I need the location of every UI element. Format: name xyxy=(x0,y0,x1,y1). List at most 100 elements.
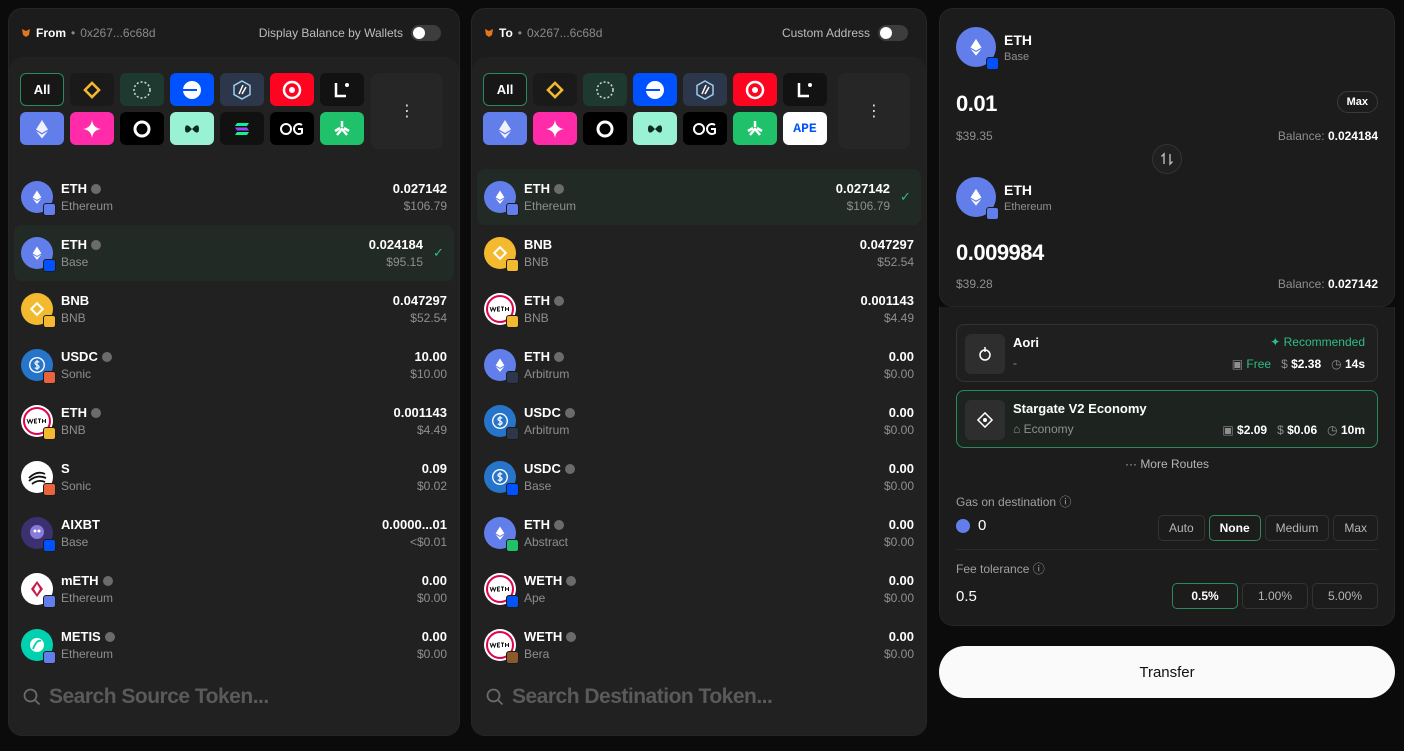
from-header: From • 0x267...6c68d Display Balance by … xyxy=(9,9,459,57)
swap-direction-button[interactable] xyxy=(1152,144,1182,174)
gas-amount: 0 xyxy=(978,517,987,534)
token-row[interactable]: WETH Ape 0.00 $0.00 xyxy=(472,561,926,617)
route-option-stargate[interactable]: Stargate V2 Economy ⌂ Economy ▣ $2.09 $ … xyxy=(956,390,1378,448)
meth-token-icon xyxy=(21,573,56,608)
base-chain-icon[interactable] xyxy=(170,73,214,106)
token-row[interactable]: S Sonic 0.09 $0.02 xyxy=(9,449,459,505)
token-info: BNB BNB xyxy=(61,293,393,325)
linea-chain-icon[interactable] xyxy=(320,73,364,106)
max-button[interactable]: Max xyxy=(1336,91,1378,113)
token-row[interactable]: USDC Arbitrum 0.00 $0.00 xyxy=(472,393,926,449)
ring-chain-icon[interactable] xyxy=(583,112,627,145)
bnb-chain-icon[interactable] xyxy=(533,73,577,106)
token-info: USDC Base xyxy=(524,461,884,493)
optimism-chain-icon[interactable] xyxy=(270,73,314,106)
abstract-chain-icon[interactable] xyxy=(320,112,364,145)
from-search-input[interactable]: Search Source Token... xyxy=(49,685,269,709)
swap-from-amount-input[interactable]: 0.01 xyxy=(956,91,997,117)
ape-chain-icon[interactable]: APE xyxy=(783,112,827,145)
token-row[interactable]: ETH BNB 0.001143 $4.49 xyxy=(9,393,459,449)
gas-option-max[interactable]: Max xyxy=(1333,515,1378,541)
gas-option-none[interactable]: None xyxy=(1208,515,1261,541)
verified-icon xyxy=(104,631,115,642)
token-row[interactable]: USDC Sonic 10.00 $10.00 xyxy=(9,337,459,393)
chain-badge-icon xyxy=(43,315,56,328)
base-chain-icon[interactable] xyxy=(633,73,677,106)
more-chains-button[interactable]: ⋮ xyxy=(838,73,910,149)
swap-from-token[interactable]: ETH Base xyxy=(956,27,1032,70)
star-chain-icon[interactable] xyxy=(533,112,577,145)
arbitrum-chain-icon[interactable] xyxy=(683,73,727,106)
chain-badge-icon xyxy=(506,651,519,664)
display-balance-toggle[interactable] xyxy=(411,25,441,41)
dollar-icon: $ xyxy=(1281,357,1288,371)
og-chain-icon[interactable] xyxy=(683,112,727,145)
custom-address-label: Custom Address xyxy=(781,26,870,40)
fee-option-0-5[interactable]: 0.5% xyxy=(1172,583,1238,609)
chain-badge-icon xyxy=(506,315,519,328)
arbitrum-chain-icon[interactable] xyxy=(220,73,264,106)
token-row[interactable]: ETH Ethereum 0.027142 $106.79 xyxy=(9,169,459,225)
token-row[interactable]: AIXBT Base 0.0000...01 <$0.01 xyxy=(9,505,459,561)
token-row[interactable]: BNB BNB 0.047297 $52.54 xyxy=(472,225,926,281)
linea-chain-icon[interactable] xyxy=(783,73,827,106)
to-search-input[interactable]: Search Destination Token... xyxy=(512,685,773,709)
more-chains-button[interactable]: ⋮ xyxy=(371,73,443,149)
solana-chain-icon[interactable] xyxy=(220,112,264,145)
token-usd: $0.00 xyxy=(883,535,914,549)
bnb-chain-icon[interactable] xyxy=(70,73,114,106)
transfer-button[interactable]: Transfer xyxy=(939,646,1395,698)
route-option-aori[interactable]: Aori - ✦ Recommended ▣ Free $ $2.38 ◷ 14… xyxy=(956,324,1378,382)
optimism-chain-icon[interactable] xyxy=(733,73,777,106)
ring-chain-icon[interactable] xyxy=(120,112,164,145)
gas-option-medium[interactable]: Medium xyxy=(1264,515,1330,541)
infinity-chain-icon[interactable] xyxy=(170,112,214,145)
chain-badge-icon xyxy=(506,539,519,552)
sonic-chain-icon[interactable] xyxy=(120,73,164,106)
token-symbol: ETH xyxy=(524,293,550,308)
star-chain-icon[interactable] xyxy=(70,112,114,145)
ethereum-chain-icon[interactable] xyxy=(483,112,527,145)
token-row[interactable]: ETH Arbitrum 0.00 $0.00 xyxy=(472,337,926,393)
token-chain: Base xyxy=(524,479,552,493)
token-row[interactable]: USDC Base 0.00 $0.00 xyxy=(472,449,926,505)
token-row[interactable]: ETH Abstract 0.00 $0.00 xyxy=(472,505,926,561)
token-row[interactable]: METIS Ethereum 0.00 $0.00 xyxy=(9,617,459,673)
base-badge-icon xyxy=(986,57,999,70)
og-chain-icon[interactable] xyxy=(270,112,314,145)
token-row[interactable]: ETH BNB 0.001143 $4.49 xyxy=(472,281,926,337)
chain-all-button[interactable]: All xyxy=(20,73,64,106)
from-search[interactable]: Search Source Token... xyxy=(23,685,269,709)
balance-value: 0.027142 xyxy=(1327,277,1378,291)
dollar-icon: $ xyxy=(1277,423,1284,437)
token-row[interactable]: BNB BNB 0.047297 $52.54 xyxy=(9,281,459,337)
token-symbol-wrap: BNB xyxy=(524,237,860,252)
route-time-value: 14s xyxy=(1344,357,1365,371)
token-symbol-wrap: METIS xyxy=(61,629,417,644)
to-chain-filter: All APE xyxy=(483,73,833,145)
token-chain: Ethereum xyxy=(524,199,577,213)
gas-option-auto[interactable]: Auto xyxy=(1157,515,1205,541)
token-row[interactable]: ETH Base 0.024184 $95.15 ✓ xyxy=(14,225,454,281)
token-row[interactable]: mETH Ethereum 0.00 $0.00 xyxy=(9,561,459,617)
fee-option-5[interactable]: 5.00% xyxy=(1312,583,1378,609)
infinity-chain-icon[interactable] xyxy=(633,112,677,145)
token-row[interactable]: WETH Bera 0.00 $0.00 xyxy=(472,617,926,673)
ethereum-chain-icon[interactable] xyxy=(20,112,64,145)
more-routes-button[interactable]: ··· More Routes xyxy=(940,457,1394,471)
token-chain: Bera xyxy=(524,647,550,661)
gas-options: Auto None Medium Max xyxy=(1157,515,1378,541)
sonic-chain-icon[interactable] xyxy=(583,73,627,106)
swap-to-token[interactable]: ETH Ethereum xyxy=(956,177,1052,220)
to-address[interactable]: 0x267...6c68d xyxy=(527,26,602,40)
fee-option-1[interactable]: 1.00% xyxy=(1242,583,1308,609)
token-row[interactable]: ETH Ethereum 0.027142 $106.79 ✓ xyxy=(477,169,921,225)
chain-all-button[interactable]: All xyxy=(483,73,527,106)
custom-address-toggle[interactable] xyxy=(878,25,908,41)
to-search[interactable]: Search Destination Token... xyxy=(486,685,773,709)
divider xyxy=(956,549,1378,550)
abstract-chain-icon[interactable] xyxy=(733,112,777,145)
from-address[interactable]: 0x267...6c68d xyxy=(80,26,155,40)
verified-icon xyxy=(101,351,112,362)
chain-badge-icon xyxy=(43,539,56,552)
